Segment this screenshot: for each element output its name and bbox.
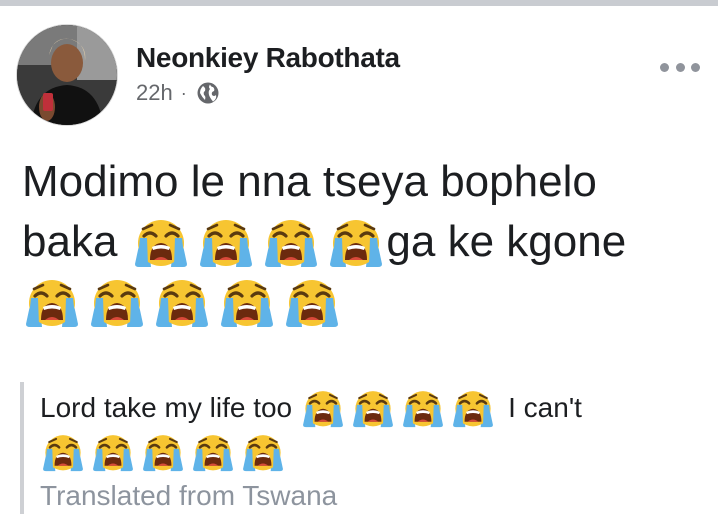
translation-divider [20, 382, 24, 514]
crying-face-icon [400, 388, 446, 428]
crying-face-icon [282, 276, 342, 328]
more-options-button[interactable] [660, 57, 700, 77]
translation-text: I can't [508, 392, 582, 423]
crying-face-icon [326, 216, 386, 268]
post-text: baka [22, 217, 118, 266]
translation-block: Lord take my life too I can't Translated… [40, 386, 700, 518]
crying-face-icon [240, 432, 286, 472]
crying-face-icon [152, 276, 212, 328]
crying-face-icon [350, 388, 396, 428]
avatar[interactable] [17, 25, 117, 125]
crying-face-icon [261, 216, 321, 268]
crying-face-icon [450, 388, 496, 428]
crying-face-icon [131, 216, 191, 268]
post-text: ga ke kgone [386, 217, 627, 266]
crying-face-icon [300, 388, 346, 428]
crying-face-icon [40, 432, 86, 472]
translation-line: Lord take my life too I can't [40, 386, 700, 430]
crying-face-icon [190, 432, 236, 472]
crying-face-icon [217, 276, 277, 328]
profile-photo [17, 25, 117, 125]
post-line: baka ga ke kgone [22, 212, 712, 272]
post-meta: 22h · [136, 80, 220, 106]
post-body: Modimo le nna tseya bophelo baka ga ke k… [22, 152, 712, 332]
ellipsis-icon [675, 62, 685, 72]
globe-icon[interactable] [196, 81, 220, 105]
post-line: Modimo le nna tseya bophelo [22, 152, 712, 212]
crying-face-icon [196, 216, 256, 268]
crying-face-icon [22, 276, 82, 328]
top-divider [0, 0, 718, 6]
ellipsis-icon [691, 62, 700, 72]
crying-face-icon [90, 432, 136, 472]
meta-separator: · [180, 82, 187, 103]
crying-face-icon [87, 276, 147, 328]
ellipsis-icon [660, 62, 669, 72]
translation-line [40, 430, 700, 474]
author-name[interactable]: Neonkiey Rabothata [136, 42, 400, 74]
post-text: Modimo le nna tseya bophelo [22, 157, 597, 206]
translated-from-label[interactable]: Translated from Tswana [40, 474, 700, 518]
post-line [22, 272, 712, 332]
crying-face-icon [140, 432, 186, 472]
post-time[interactable]: 22h [136, 80, 173, 106]
translation-text: Lord take my life too [40, 392, 293, 423]
